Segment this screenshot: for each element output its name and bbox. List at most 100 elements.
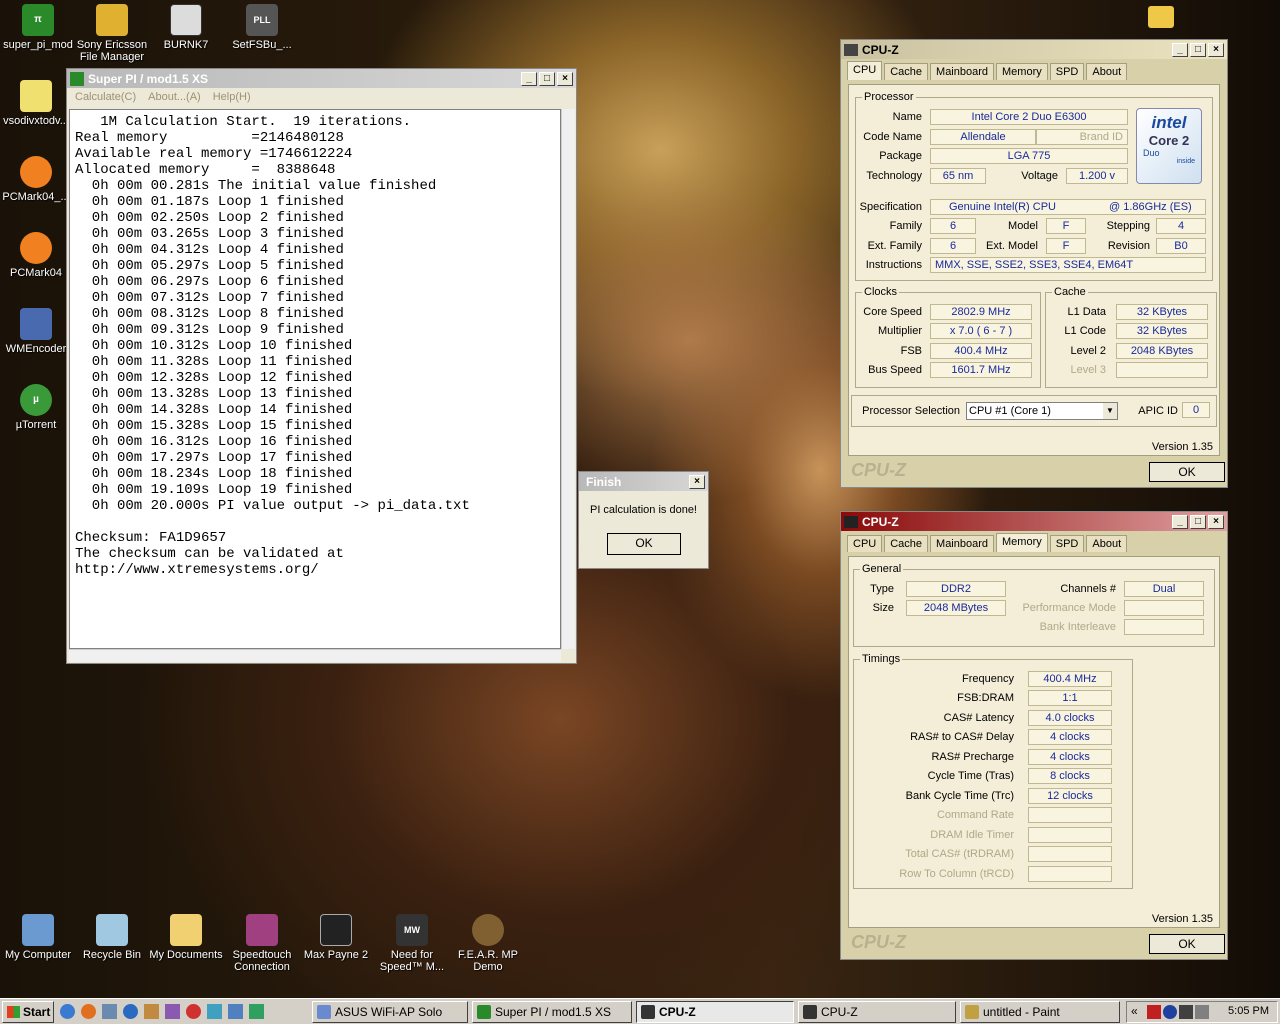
desktop-icon-super-pi[interactable]: π super_pi_mod — [0, 4, 76, 51]
horizontal-scrollbar[interactable] — [69, 649, 561, 662]
desktop-icon-pcmark04[interactable]: PCMark04 — [0, 232, 74, 279]
app-icon[interactable] — [144, 1004, 159, 1019]
tab-memory[interactable]: Memory — [996, 63, 1048, 80]
system-tray: « 5:05 PM — [1126, 1001, 1278, 1023]
menu-about[interactable]: About...(A) — [148, 91, 201, 104]
pcmark-icon — [20, 156, 52, 188]
app-icon[interactable] — [249, 1004, 264, 1019]
folder-icon[interactable] — [1148, 6, 1174, 28]
computer-icon — [22, 914, 54, 946]
app-icon[interactable] — [102, 1004, 117, 1019]
maximize-button[interactable]: □ — [1190, 42, 1206, 57]
minimize-button[interactable]: _ — [521, 71, 537, 86]
task-asus-wifi[interactable]: ASUS WiFi-AP Solo — [312, 1001, 468, 1023]
version-label: Version 1.35 — [1151, 441, 1213, 453]
level2-label: Level 2 — [1070, 345, 1106, 357]
tab-cache[interactable]: Cache — [884, 535, 929, 552]
cpuz-memory-window[interactable]: CPU-Z _ □ × CPU Cache Mainboard Memory S… — [840, 511, 1228, 960]
superpi-window[interactable]: Super PI / mod1.5 XS _ □ × Calculate(C) … — [66, 68, 577, 664]
tab-cpu[interactable]: CPU — [847, 535, 883, 552]
pcmark-icon — [20, 232, 52, 264]
instructions-label: Instructions — [865, 259, 922, 271]
volume-icon[interactable] — [1195, 1005, 1209, 1019]
cpuz-titlebar[interactable]: CPU-Z _ □ × — [841, 512, 1227, 531]
desktop-icon-fear[interactable]: F.E.A.R. MP Demo — [450, 914, 526, 973]
task-paint[interactable]: untitled - Paint — [960, 1001, 1120, 1023]
desktop-icon-sony-ericsson[interactable]: Sony Ericsson File Manager — [74, 4, 150, 63]
menu-calculate[interactable]: Calculate(C) — [75, 91, 136, 104]
core-speed-label: Core Speed — [863, 306, 922, 318]
maximize-button[interactable]: □ — [539, 71, 555, 86]
clock[interactable]: 5:05 PM — [1228, 1005, 1269, 1017]
desktop-icon-max-payne[interactable]: Max Payne 2 — [298, 914, 374, 961]
task-superpi[interactable]: Super PI / mod1.5 XS — [472, 1001, 632, 1023]
fsb-label: FSB — [900, 345, 922, 357]
close-button[interactable]: × — [1208, 42, 1224, 57]
recycle-bin-icon — [96, 914, 128, 946]
name-value: Intel Core 2 Duo E6300 — [930, 109, 1128, 125]
ok-button[interactable]: OK — [1149, 934, 1225, 954]
finish-dialog[interactable]: Finish × PI calculation is done! OK — [578, 471, 709, 569]
desktop-icon-utorrent[interactable]: µ µTorrent — [0, 384, 74, 431]
processor-select[interactable]: CPU #1 (Core 1) ▼ — [966, 402, 1118, 420]
task-cpuz-1[interactable]: CPU-Z — [636, 1001, 794, 1023]
tab-spd[interactable]: SPD — [1049, 63, 1085, 80]
tray-expand-chevron[interactable]: « — [1131, 1004, 1138, 1018]
desktop-icon-recycle-bin[interactable]: Recycle Bin — [74, 914, 150, 961]
cpuz-titlebar[interactable]: CPU-Z _ □ × — [841, 40, 1227, 59]
close-button[interactable]: × — [557, 71, 573, 86]
vertical-scrollbar[interactable] — [561, 109, 575, 649]
desktop-icon-nfs[interactable]: MW Need for Speed™ M... — [374, 914, 450, 973]
menu-help[interactable]: Help(H) — [213, 91, 251, 104]
tray-icon-3[interactable] — [1179, 1005, 1193, 1019]
app-icon[interactable] — [186, 1004, 201, 1019]
close-button[interactable]: × — [689, 474, 705, 489]
firefox-icon[interactable] — [81, 1004, 96, 1019]
finish-titlebar[interactable]: Finish × — [579, 472, 708, 491]
app-icon[interactable] — [165, 1004, 180, 1019]
tab-about[interactable]: About — [1086, 63, 1128, 80]
desktop-icon-speedtouch[interactable]: Speedtouch Connection — [224, 914, 300, 973]
desktop-icon-vsodivx[interactable]: vsodivxtodv... — [0, 80, 74, 127]
level3-value — [1116, 362, 1208, 378]
dropdown-arrow-icon[interactable]: ▼ — [1103, 403, 1117, 419]
close-button[interactable]: × — [1208, 514, 1224, 529]
output-area[interactable]: 1M Calculation Start. 19 iterations. Rea… — [69, 109, 561, 649]
tab-cache[interactable]: Cache — [884, 63, 929, 80]
ie-icon[interactable] — [60, 1004, 75, 1019]
package-label: Package — [879, 150, 922, 162]
tray-icon-1[interactable] — [1147, 1005, 1161, 1019]
timings-group: Timings Frequency 400.4 MHz FSB:DRAM 1:1… — [853, 653, 1133, 889]
fsb-value: 400.4 MHz — [930, 343, 1032, 359]
model-value: F — [1046, 218, 1086, 234]
tab-mainboard[interactable]: Mainboard — [930, 535, 995, 552]
technology-label: Technology — [866, 170, 922, 182]
tab-about[interactable]: About — [1086, 535, 1128, 552]
tab-spd[interactable]: SPD — [1049, 535, 1085, 552]
cpuz-cpu-window[interactable]: CPU-Z _ □ × CPU Cache Mainboard Memory S… — [840, 39, 1228, 488]
tray-icon-2[interactable] — [1163, 1005, 1177, 1019]
start-button[interactable]: Start — [2, 1001, 54, 1023]
desktop-icon-my-computer[interactable]: My Computer — [0, 914, 76, 961]
app-icon[interactable] — [228, 1004, 243, 1019]
desktop-icon-burnk7[interactable]: BURNK7 — [148, 4, 224, 51]
desktop-icon-pcmark04-shortcut[interactable]: PCMark04_... — [0, 156, 74, 203]
desktop-icon-setfsb[interactable]: PLL SetFSBu_... — [224, 4, 300, 51]
tab-cpu[interactable]: CPU — [847, 61, 883, 80]
desktop-icon-wmencoder[interactable]: WMEncoder — [0, 308, 74, 355]
minimize-button[interactable]: _ — [1172, 42, 1188, 57]
media-player-icon[interactable] — [123, 1004, 138, 1019]
tab-mainboard[interactable]: Mainboard — [930, 63, 995, 80]
bus-speed-label: Bus Speed — [868, 364, 922, 376]
ok-button[interactable]: OK — [607, 533, 681, 555]
type-label: Type — [870, 583, 894, 595]
superpi-titlebar[interactable]: Super PI / mod1.5 XS _ □ × — [67, 69, 576, 88]
tab-memory[interactable]: Memory — [996, 533, 1048, 552]
task-cpuz-2[interactable]: CPU-Z — [798, 1001, 956, 1023]
timing-value: 12 clocks — [1028, 788, 1112, 804]
minimize-button[interactable]: _ — [1172, 514, 1188, 529]
ok-button[interactable]: OK — [1149, 462, 1225, 482]
desktop-icon-my-documents[interactable]: My Documents — [148, 914, 224, 961]
maximize-button[interactable]: □ — [1190, 514, 1206, 529]
app-icon[interactable] — [207, 1004, 222, 1019]
